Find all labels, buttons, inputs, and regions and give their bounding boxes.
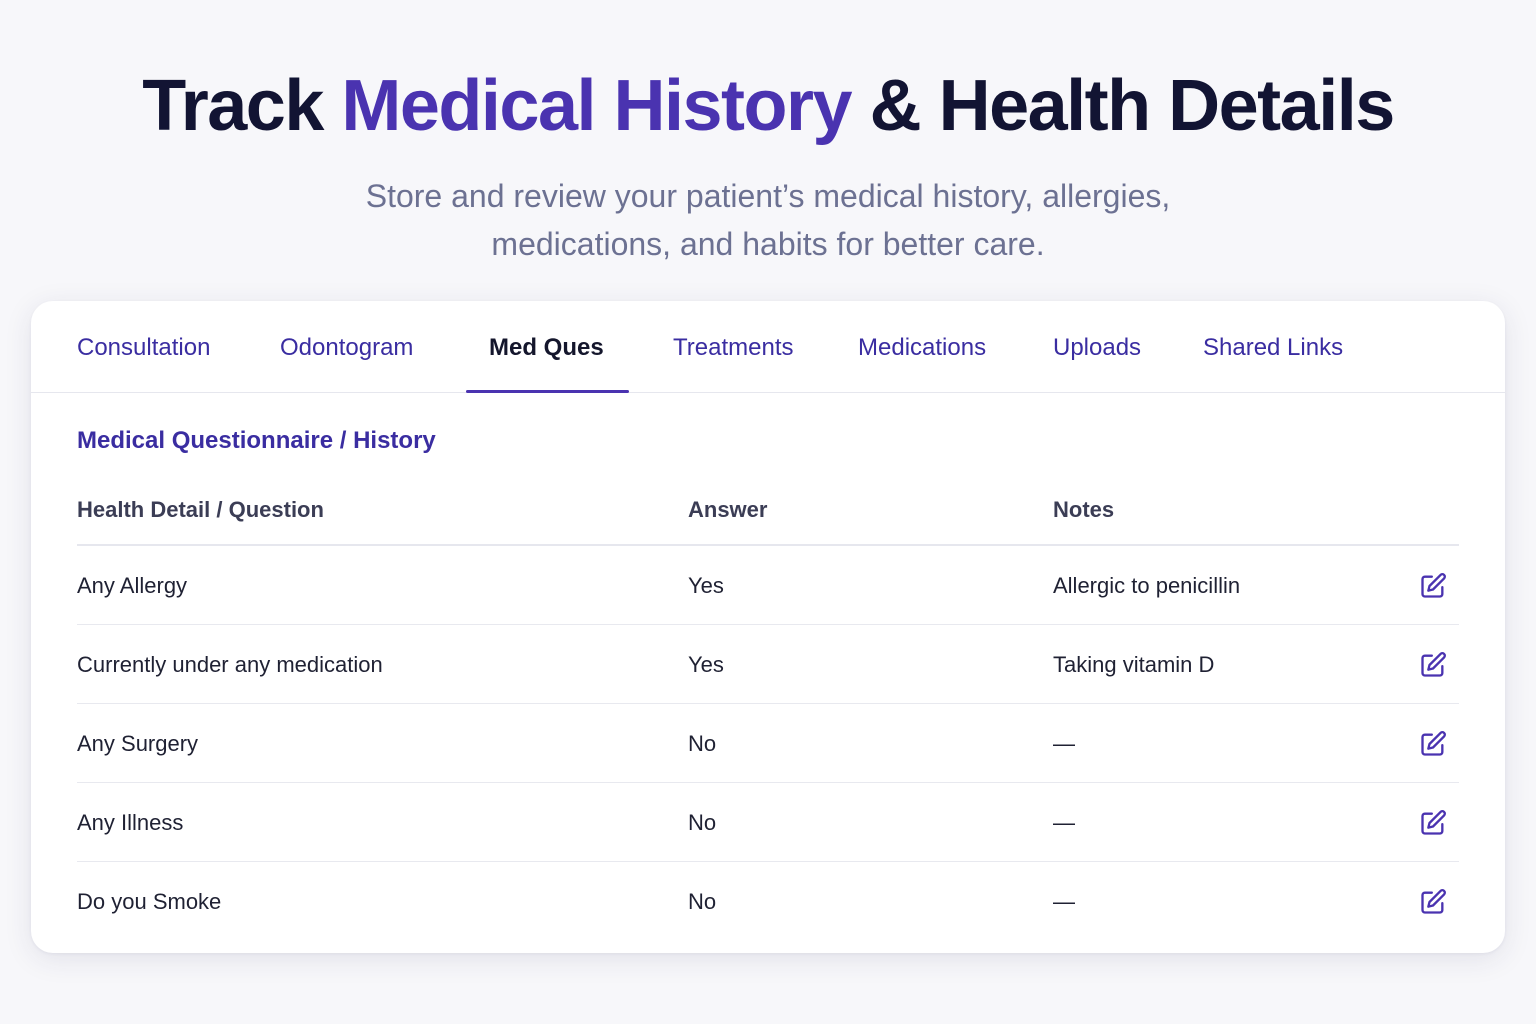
table-header: Health Detail / Question Answer Notes (77, 479, 1459, 546)
table-row: Any Illness No — (77, 783, 1459, 862)
table-row: Do you Smoke No — (77, 862, 1459, 941)
table-row: Any Surgery No — (77, 704, 1459, 783)
title-accent: Medical History (341, 66, 852, 146)
tab-treatments[interactable]: Treatments (673, 301, 793, 393)
medical-history-card: Consultation Odontogram Med Ques Treatme… (31, 301, 1505, 953)
table-row: Currently under any medication Yes Taking … (77, 625, 1459, 704)
question-cell: Any Surgery (77, 731, 199, 756)
column-header-question: Health Detail / Question (77, 497, 324, 522)
notes-cell: — (1053, 889, 1075, 914)
hero: Track Medical History & Health Details S… (0, 60, 1536, 268)
title-part-2: & Health Details (851, 66, 1396, 146)
notes-cell: Taking vitamin D (1053, 652, 1215, 677)
table-row: Any Allergy Yes Allergic to penicillin (77, 546, 1459, 625)
question-cell: Any Allergy (77, 573, 188, 598)
active-tab-indicator (466, 390, 629, 393)
column-header-notes: Notes (1053, 497, 1115, 522)
notes-cell: — (1053, 731, 1075, 756)
edit-icon[interactable] (1419, 572, 1447, 600)
page-title: Track Medical History & Health Details (0, 60, 1536, 152)
tab-odontogram[interactable]: Odontogram (280, 301, 413, 393)
question-cell: Do you Smoke (77, 889, 222, 914)
section-title: Medical Questionnaire / History (77, 427, 436, 454)
notes-cell: Allergic to penicillin (1053, 573, 1241, 598)
questionnaire-table: Health Detail / Question Answer Notes An… (77, 479, 1459, 941)
answer-cell: No (688, 810, 717, 835)
tab-bar: Consultation Odontogram Med Ques Treatme… (31, 301, 1505, 393)
tab-medications[interactable]: Medications (858, 301, 986, 393)
edit-icon[interactable] (1419, 888, 1447, 916)
edit-icon[interactable] (1419, 809, 1447, 837)
answer-cell: No (688, 731, 717, 756)
answer-cell: Yes (688, 652, 724, 677)
edit-icon[interactable] (1419, 730, 1447, 758)
column-header-answer: Answer (688, 497, 768, 522)
answer-cell: Yes (688, 573, 724, 598)
tab-med-ques[interactable]: Med Ques (489, 301, 604, 393)
notes-cell: — (1053, 810, 1075, 835)
tab-uploads[interactable]: Uploads (1053, 301, 1141, 393)
table-body: Any Allergy Yes Allergic to penicillin Curr… (77, 546, 1459, 941)
question-cell: Any Illness (77, 810, 184, 835)
question-cell: Currently under any medication (77, 652, 383, 677)
tab-shared-links[interactable]: Shared Links (1203, 301, 1343, 393)
tab-consultation[interactable]: Consultation (77, 301, 210, 393)
page-subtitle: Store and review your patient’s medical … (365, 178, 1171, 262)
edit-icon[interactable] (1419, 651, 1447, 679)
answer-cell: No (688, 889, 717, 914)
title-part-1: Track (142, 66, 342, 146)
